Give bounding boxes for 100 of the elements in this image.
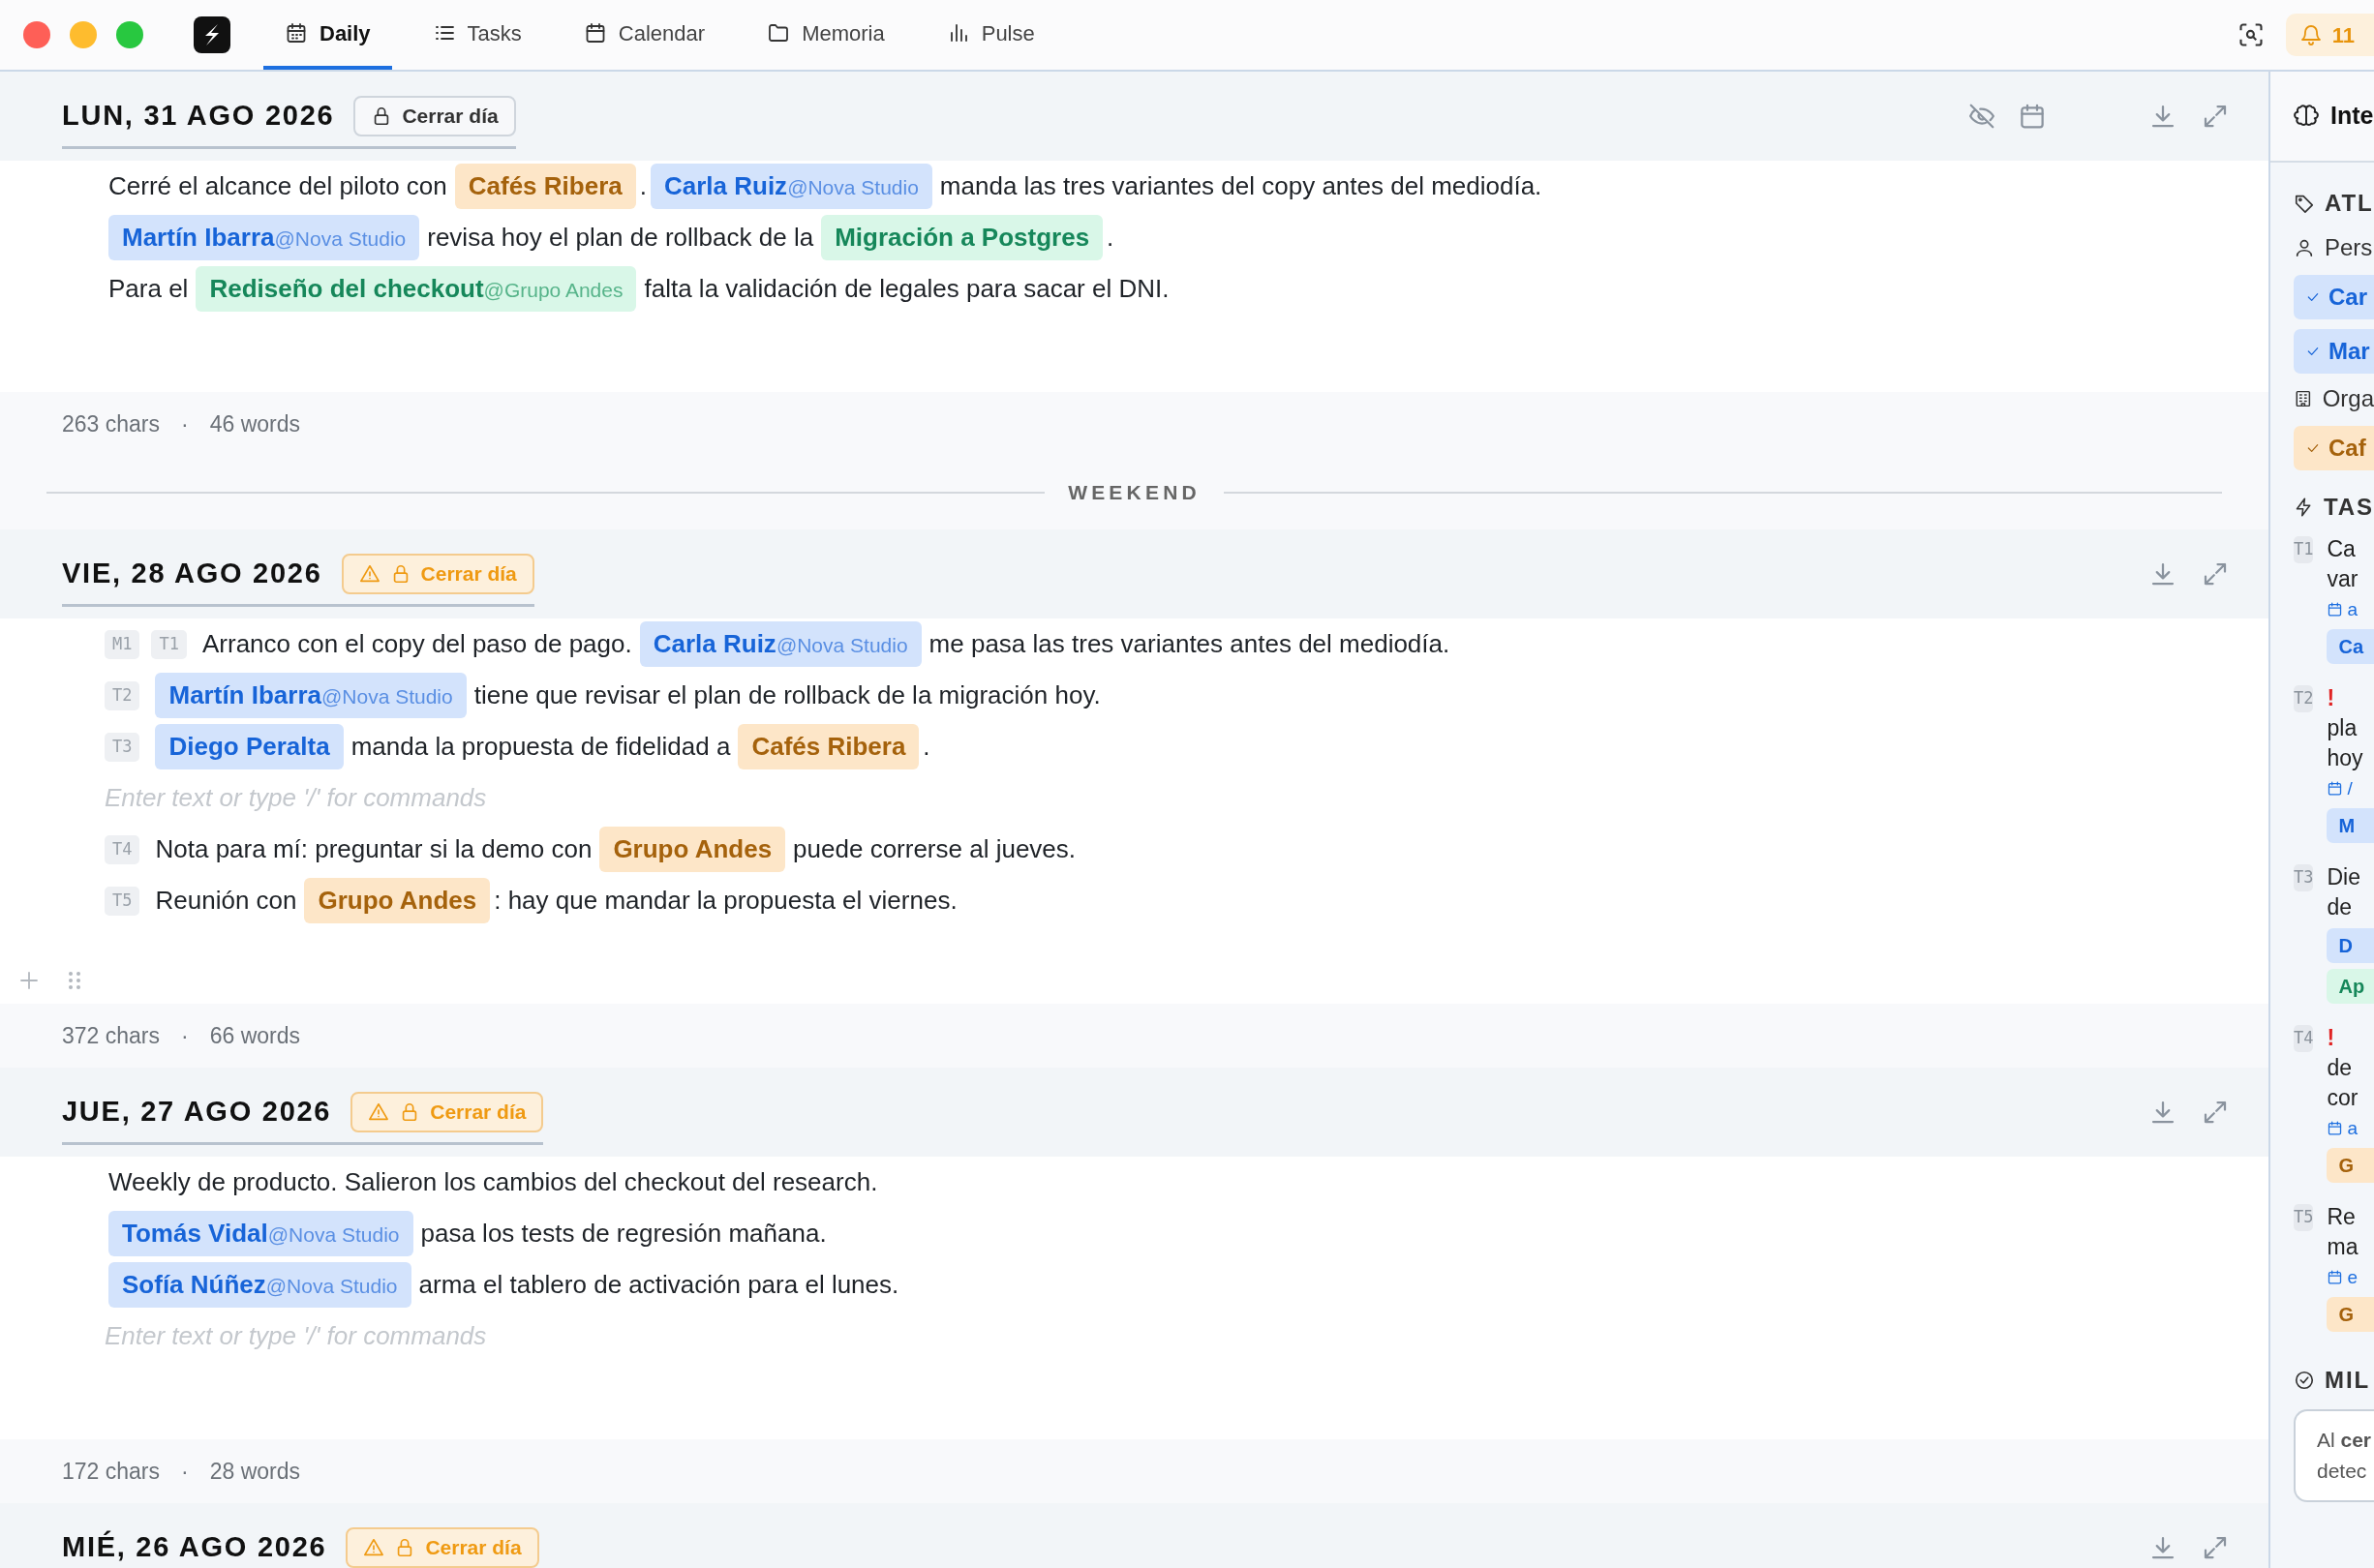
org-tag[interactable]: Grupo Andes	[304, 878, 491, 923]
drag-handle-icon[interactable]	[68, 970, 81, 991]
nav-tab[interactable]: Pulse	[925, 0, 1056, 70]
warning-icon	[363, 1536, 385, 1558]
person-tag[interactable]: Tomás Vidal@Nova Studio	[108, 1211, 413, 1256]
note-text: Cerré el alcance del piloto con	[108, 170, 447, 202]
priority-mark: !	[2327, 1024, 2336, 1052]
sidebar-person-tag[interactable]: Car	[2294, 275, 2374, 319]
note-text: .	[923, 731, 930, 763]
due-date: a	[2347, 597, 2359, 621]
logo-icon	[194, 16, 230, 53]
org-tag[interactable]: Cafés Ribera	[738, 724, 920, 769]
sidebar-person-tag[interactable]: Mar	[2294, 329, 2374, 374]
building-icon	[2294, 388, 2313, 409]
section-heading: TAS	[2324, 493, 2374, 522]
scan-search-icon[interactable]	[2237, 21, 2265, 48]
due-date: /	[2347, 776, 2353, 800]
task-badge: M1	[105, 629, 140, 659]
task-badge: T3	[105, 732, 140, 762]
word-count: 28 words	[209, 1457, 300, 1486]
separator-dot: ·	[181, 1021, 189, 1050]
project-tag[interactable]: Migración a Postgres	[821, 215, 1104, 260]
separator-dot: ·	[181, 409, 189, 438]
org-tag[interactable]: Cafés Ribera	[454, 164, 636, 209]
nav-tab[interactable]: Tasks	[411, 0, 543, 70]
sidebar-project-tag[interactable]: Ap	[2327, 969, 2374, 1004]
char-count: 172 chars	[62, 1457, 160, 1486]
note-text: me pasa las tres variantes antes del mediodía.	[928, 628, 1450, 660]
task-text: Re	[2327, 1203, 2357, 1231]
day-title: MIÉ, 26 AGO 2026	[62, 1529, 327, 1564]
nav-tab[interactable]: Memoria	[746, 0, 906, 70]
minimize-window-button[interactable]	[70, 21, 97, 48]
day-title: JUE, 27 AGO 2026	[62, 1094, 332, 1129]
note-text: .	[1107, 222, 1114, 254]
folder-icon	[767, 21, 791, 45]
task-badge: T2	[2294, 685, 2314, 712]
sidebar-org-tag[interactable]: G	[2327, 1297, 2374, 1332]
task-text: Ca	[2327, 535, 2357, 563]
nav-tab[interactable]: Calendar	[562, 0, 727, 70]
notifications-button[interactable]: 11	[2285, 14, 2374, 56]
person-tag[interactable]: Diego Peralta	[155, 724, 344, 769]
calendar-icon	[2327, 1268, 2344, 1285]
org-tag[interactable]: Grupo Andes	[599, 827, 786, 872]
note-text: revisa hoy el plan de rollback de la	[427, 222, 814, 254]
note-text: manda las tres variantes del copy antes del mediodía.	[939, 170, 1542, 202]
task-badge: T2	[105, 680, 140, 710]
task-text: pla	[2327, 714, 2359, 742]
person-tag[interactable]: Sofía Núñez@Nova Studio	[108, 1262, 411, 1308]
word-count: 66 words	[209, 1021, 300, 1050]
sidebar-person-tag[interactable]: M	[2327, 808, 2374, 843]
sidebar-org-tag[interactable]: G	[2327, 1148, 2374, 1183]
note-text: Arranco con el copy del paso de pago.	[201, 628, 632, 660]
note-text: tiene que revisar el plan de rollback de la migración hoy.	[473, 679, 1101, 711]
bell-icon	[2298, 23, 2323, 46]
note-text: arma el tablero de activación para el lunes.	[418, 1269, 899, 1301]
close-day-button[interactable]: Cerrar día	[353, 95, 516, 136]
close-window-button[interactable]	[23, 21, 50, 48]
section-heading: ATL	[2325, 189, 2374, 218]
sidebar-person-tag[interactable]: Ca	[2327, 629, 2374, 664]
project-tag[interactable]: Rediseño del checkout@Grupo Andes	[196, 266, 637, 312]
task-badge: T1	[151, 629, 187, 659]
note-text: manda la propuesta de fidelidad a	[350, 731, 731, 763]
task-text: var	[2327, 565, 2359, 593]
section-divider-label: WEEKEND	[1068, 480, 1201, 506]
task-badge: T5	[2294, 1204, 2314, 1231]
task-text: ma	[2327, 1233, 2359, 1261]
person-tag[interactable]: Martín Ibarra@Nova Studio	[108, 215, 420, 260]
day-title: VIE, 28 AGO 2026	[62, 556, 322, 590]
note-text: puede correrse al jueves.	[793, 833, 1077, 865]
check-circle-icon	[2294, 1370, 2315, 1391]
separator-dot: ·	[181, 1457, 189, 1486]
calendar-icon[interactable]	[2018, 102, 2047, 131]
summary-text: Al cer detec	[2317, 1428, 2373, 1484]
zoom-window-button[interactable]	[116, 21, 143, 48]
char-count: 372 chars	[62, 1021, 160, 1050]
task-badge: T4	[2294, 1025, 2314, 1052]
section-heading: MIL	[2325, 1366, 2371, 1395]
note-text: Reunión con	[155, 885, 297, 917]
plus-icon[interactable]	[17, 969, 41, 992]
sidebar-person-tag[interactable]: D	[2327, 928, 2374, 963]
due-date: a	[2347, 1116, 2359, 1140]
calendar-icon	[2327, 1119, 2344, 1136]
eye-off-icon[interactable]	[1967, 102, 1996, 131]
section-label: Pers	[2325, 233, 2373, 262]
note-text: falta la validación de legales para sacar el DNI.	[644, 273, 1170, 305]
task-text: de	[2327, 1054, 2354, 1082]
person-tag[interactable]: Martín Ibarra@Nova Studio	[155, 673, 467, 718]
day-title: LUN, 31 AGO 2026	[62, 98, 335, 133]
panel-title: Inte	[2330, 101, 2374, 132]
task-badge: T4	[105, 834, 140, 864]
note-text: : hay que mandar la propuesta el viernes.	[494, 885, 958, 917]
sidebar-org-tag[interactable]: Caf	[2294, 426, 2374, 470]
person-tag[interactable]: Carla Ruiz@Nova Studio	[650, 164, 932, 209]
section-label: Orga	[2322, 384, 2374, 413]
brain-icon	[2294, 104, 2319, 129]
calendar-icon	[2327, 779, 2344, 797]
char-count: 263 chars	[62, 409, 160, 438]
person-tag[interactable]: Carla Ruiz@Nova Studio	[639, 621, 922, 667]
note-text: .	[639, 170, 647, 202]
task-text: hoy	[2327, 744, 2364, 772]
